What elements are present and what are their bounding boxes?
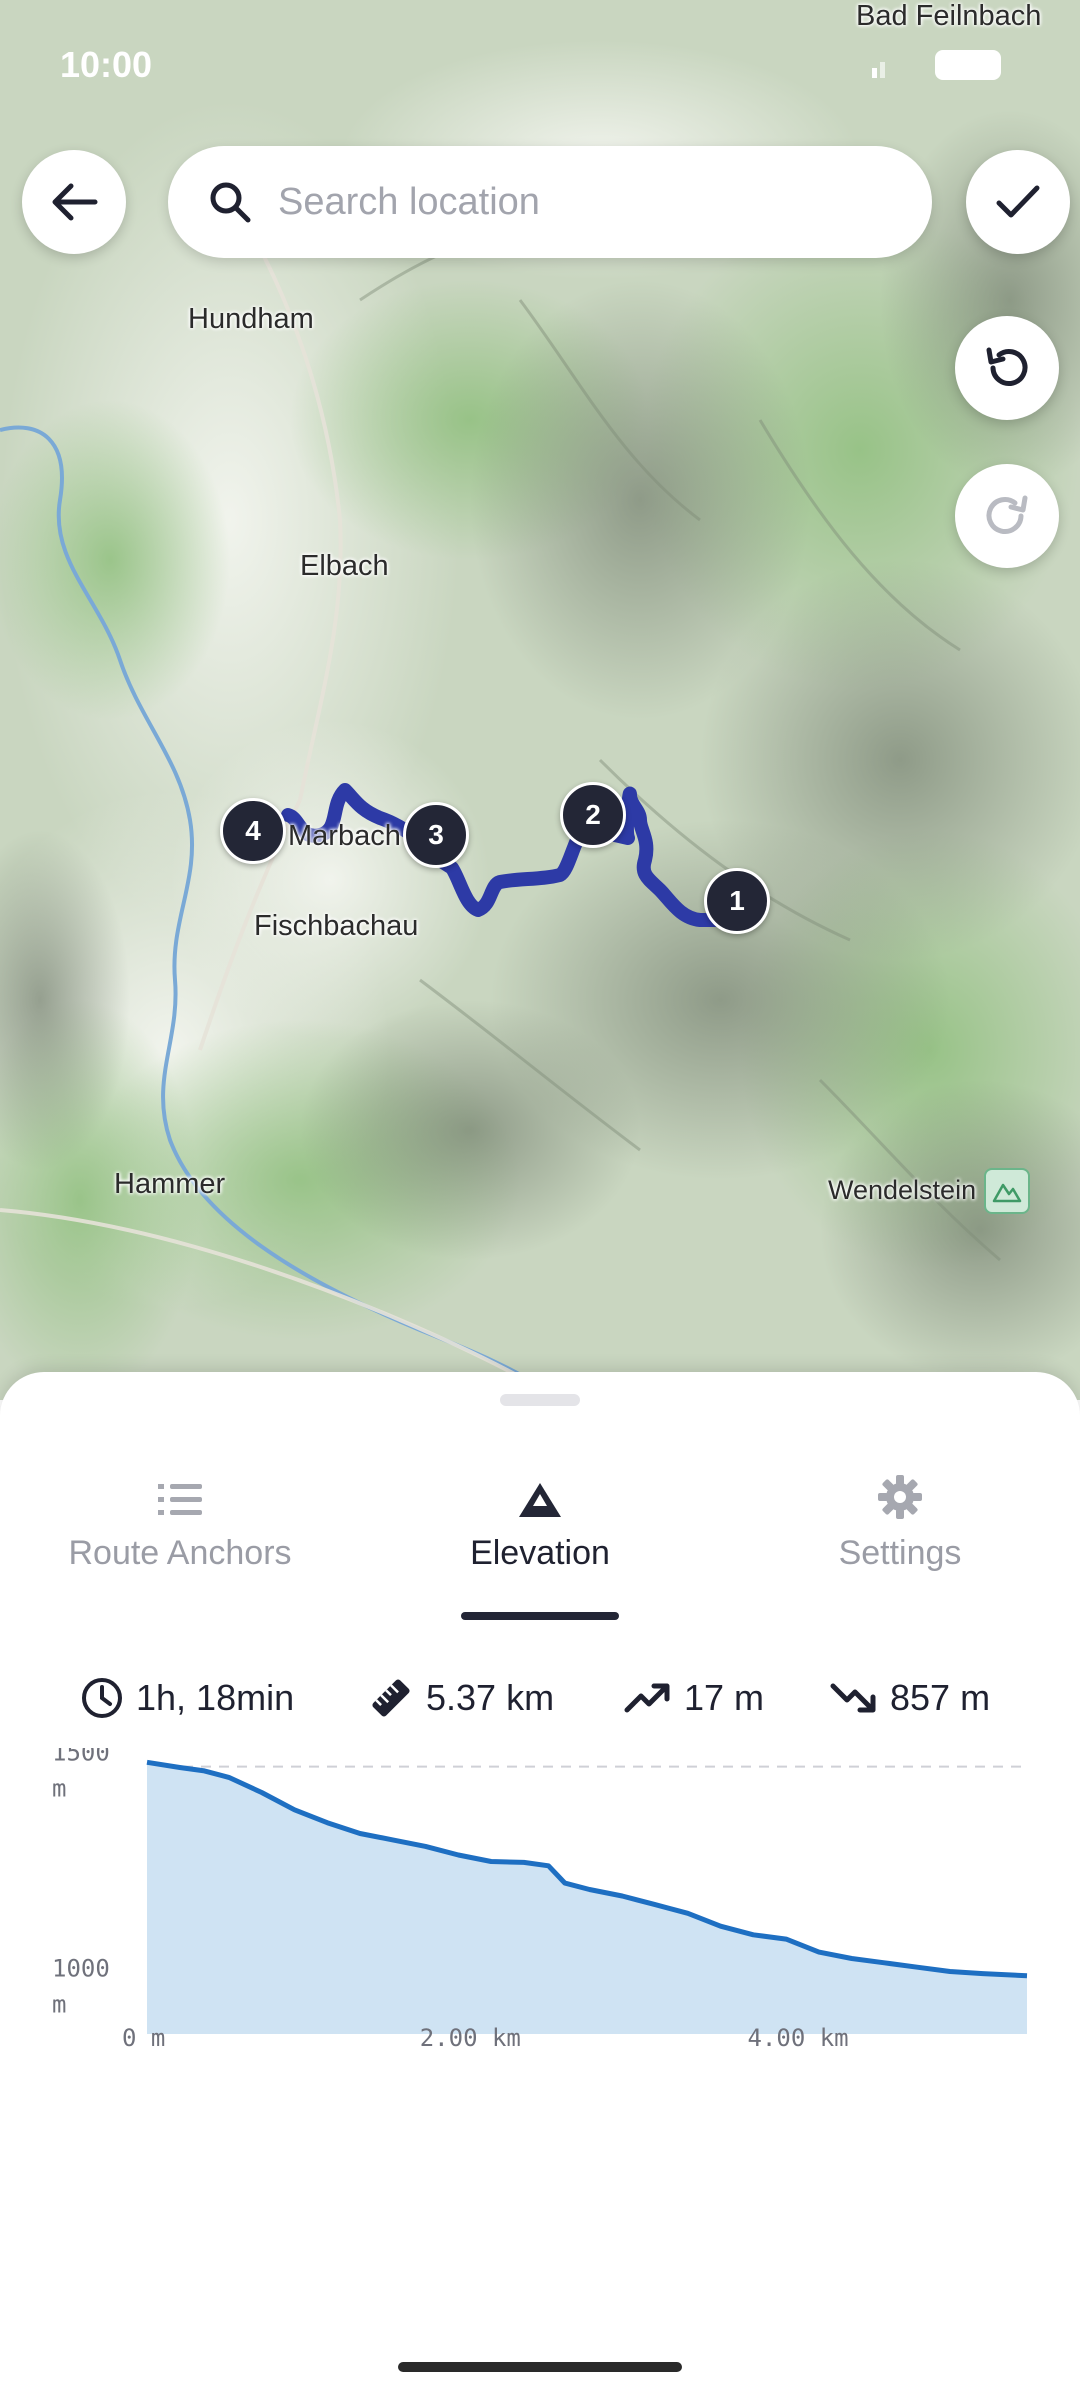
route-anchor-1[interactable]: 1 (704, 868, 770, 934)
redo-icon (986, 495, 1028, 534)
status-bar: 10:00 (0, 38, 1080, 88)
map-view[interactable]: Bad Feilnbach Hundham Elbach Marbach Fis… (0, 0, 1080, 1400)
place-label-hundham: Hundham (188, 303, 314, 335)
tab-label: Elevation (470, 1534, 610, 1572)
elevation-chart[interactable]: 1500 m 1000 m 0 m 2.00 km 4.00 km (40, 1748, 1040, 2048)
stat-ascent: 17 m (624, 1668, 764, 1728)
battery-icon (935, 50, 1001, 80)
place-label-wendelstein: Wendelstein (828, 1175, 977, 1205)
place-label-hammer: Hammer (114, 1168, 226, 1200)
ruler-icon (372, 1679, 410, 1717)
place-label-marbach: Marbach (288, 820, 401, 852)
tab-settings[interactable]: Settings (735, 1468, 1065, 1608)
search-input[interactable] (278, 180, 878, 224)
chart-x-tick-label: 4.00 km (747, 2024, 848, 2048)
route-anchor-2[interactable]: 2 (560, 782, 626, 848)
home-indicator[interactable] (398, 2362, 682, 2372)
chart-y-tick-label: 1000 m (52, 1954, 110, 2018)
active-tab-indicator (461, 1612, 619, 1620)
clock-icon (82, 1678, 122, 1718)
search-bar[interactable] (168, 146, 932, 258)
check-icon (996, 185, 1040, 218)
tab-elevation[interactable]: Elevation (375, 1468, 705, 1608)
stat-duration: 1h, 18min (80, 1668, 294, 1728)
stat-descent-value: 857 m (890, 1677, 991, 1718)
chart-y-tick-label: 1500 m (52, 1748, 110, 1803)
trending-down-icon (830, 1683, 876, 1713)
route-stats: 1h, 18min 5.37 km 17 m 857 m (0, 1668, 1080, 1728)
arrow-left-icon (52, 183, 98, 221)
stat-distance-value: 5.37 km (426, 1677, 555, 1718)
peak-icon[interactable] (984, 1168, 1030, 1214)
confirm-button[interactable] (966, 150, 1070, 254)
undo-button[interactable] (955, 316, 1059, 420)
stat-ascent-value: 17 m (684, 1677, 765, 1718)
search-icon (210, 182, 251, 223)
undo-icon (986, 347, 1028, 386)
chart-x-tick-label: 0 m (122, 2024, 165, 2048)
place-label-bad-feilnbach: Bad Feilnbach (856, 0, 1042, 32)
trending-up-icon (624, 1683, 670, 1713)
signal-icon (872, 56, 892, 78)
stat-duration-value: 1h, 18min (136, 1677, 295, 1718)
tab-label: Settings (838, 1534, 962, 1572)
sheet-drag-handle[interactable] (500, 1394, 580, 1406)
list-numbered-icon (158, 1484, 202, 1515)
stat-distance: 5.37 km (368, 1668, 554, 1728)
route-anchor-4[interactable]: 4 (220, 798, 286, 864)
chart-x-tick-label: 2.00 km (420, 2024, 521, 2048)
back-button[interactable] (22, 150, 126, 254)
status-time: 10:00 (60, 44, 153, 85)
place-label-elbach: Elbach (300, 550, 389, 582)
mountain-icon (519, 1483, 561, 1517)
redo-button[interactable] (955, 464, 1059, 568)
route-anchor-3[interactable]: 3 (403, 802, 469, 868)
bottom-sheet[interactable]: Route Anchors Elevation Settings 1h, 18m… (0, 1372, 1080, 2400)
gear-icon (878, 1475, 922, 1519)
stat-descent: 857 m (830, 1668, 990, 1728)
tab-label: Route Anchors (68, 1534, 292, 1572)
tab-route-anchors[interactable]: Route Anchors (15, 1468, 345, 1608)
place-label-fischbachau: Fischbachau (254, 910, 419, 942)
